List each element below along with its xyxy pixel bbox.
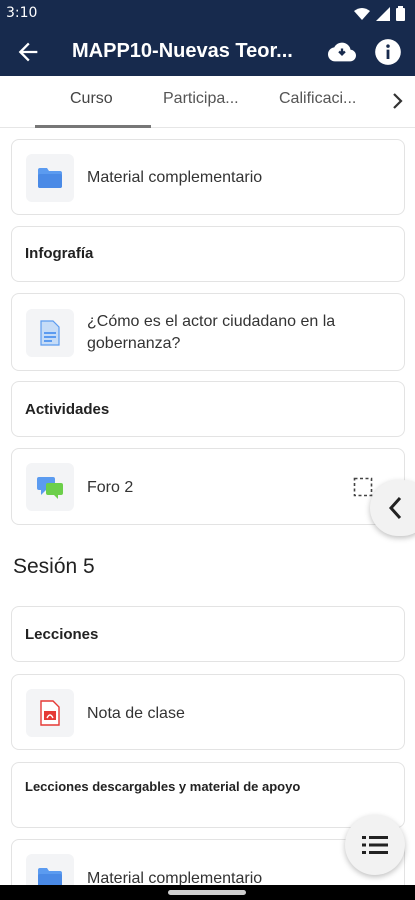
- heading-text: Lecciones: [25, 626, 99, 643]
- module-material-complementario[interactable]: Material complementario: [11, 139, 405, 215]
- wifi-icon: [354, 7, 370, 20]
- section-heading-infografia: Infografía: [11, 226, 405, 282]
- chevron-right-icon[interactable]: [388, 90, 408, 112]
- course-index-fab[interactable]: [345, 815, 405, 875]
- tab-curso[interactable]: Curso: [70, 90, 130, 108]
- module-infografia-page[interactable]: ¿Cómo es el actor ciudadano en la gobern…: [11, 293, 405, 371]
- system-navigation-bar: [0, 885, 415, 900]
- cloud-download-icon[interactable]: [328, 38, 356, 66]
- list-icon: [362, 836, 388, 854]
- module-icon-box: [26, 309, 74, 357]
- page-title: MAPP10-Nuevas Teor...: [72, 40, 293, 62]
- info-icon[interactable]: [374, 38, 402, 66]
- completion-checkbox-icon[interactable]: [353, 477, 373, 497]
- module-label: Nota de clase: [87, 705, 185, 722]
- module-nota-de-clase[interactable]: Nota de clase: [11, 674, 405, 750]
- module-label: Material complementario: [87, 169, 263, 186]
- pdf-icon: [40, 700, 60, 726]
- back-arrow-icon[interactable]: [14, 38, 42, 66]
- chevron-left-icon: [388, 496, 402, 520]
- section-title: Sesión 5: [13, 555, 95, 578]
- signal-icon: [376, 6, 390, 21]
- page-icon: [40, 320, 60, 346]
- section-heading-lecciones: Lecciones: [11, 606, 405, 662]
- status-bar: 3:10: [0, 0, 415, 28]
- section-heading-actividades: Actividades: [11, 381, 405, 437]
- status-time: 3:10: [6, 5, 38, 21]
- course-index-drawer-button[interactable]: [370, 480, 415, 536]
- tab-calificaciones[interactable]: Calificaci...: [279, 90, 365, 108]
- battery-icon: [396, 6, 405, 21]
- heading-text: Lecciones descargables y material de apo…: [25, 779, 301, 794]
- heading-text: Actividades: [25, 401, 110, 418]
- forum-icon: [37, 477, 63, 499]
- module-label: Foro 2: [87, 479, 134, 496]
- heading-text: Infografía: [25, 245, 94, 262]
- section-heading-descargables: Lecciones descargables y material de apo…: [11, 762, 405, 828]
- active-tab-indicator: [35, 125, 151, 128]
- module-icon-box: [26, 463, 74, 511]
- module-icon-box: [26, 154, 74, 202]
- module-foro[interactable]: Foro 2: [11, 448, 405, 525]
- module-icon-box: [26, 689, 74, 737]
- folder-icon: [38, 168, 62, 188]
- tab-bar: Curso Participa... Calificaci...: [0, 76, 415, 128]
- app-bar: MAPP10-Nuevas Teor...: [0, 28, 415, 76]
- module-label: ¿Cómo es el actor ciudadano en la gobern…: [87, 313, 336, 352]
- home-gesture-handle[interactable]: [168, 890, 246, 895]
- tab-participantes[interactable]: Participa...: [163, 90, 247, 108]
